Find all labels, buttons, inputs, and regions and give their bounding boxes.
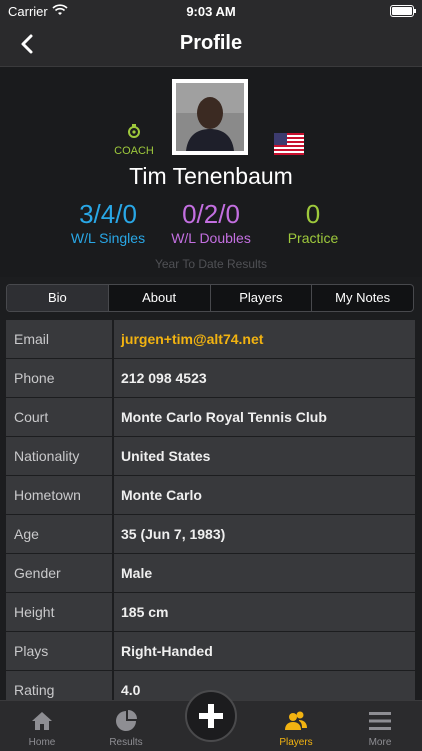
email-link[interactable]: jurgen+tim@alt74.net (114, 320, 415, 358)
row-label: Email (6, 320, 112, 358)
plus-icon (199, 704, 223, 728)
profile-header: COACH Tim Tenenbaum 3/4/0 W/L Singles 0/… (0, 67, 422, 277)
row-label: Phone (6, 359, 112, 397)
stat-practice-label: Practice (287, 230, 339, 246)
home-icon (32, 712, 52, 730)
whistle-icon (128, 124, 140, 138)
tabbar-label: Home (28, 737, 56, 748)
tab-players[interactable]: Players (209, 285, 312, 311)
row-label: Nationality (6, 437, 112, 475)
row-label: Age (6, 515, 112, 553)
tabbar-item-more[interactable]: More (338, 701, 422, 751)
tab-my-notes[interactable]: My Notes (311, 285, 413, 311)
role-label: COACH (114, 145, 154, 157)
row-label: Hometown (6, 476, 112, 514)
row-value: Right-Handed (114, 632, 415, 670)
status-time: 9:03 AM (186, 4, 236, 19)
row-value: 185 cm (114, 593, 415, 631)
row-label: Plays (6, 632, 112, 670)
row-value: Monte Carlo Royal Tennis Club (114, 398, 415, 436)
table-row: Email jurgen+tim@alt74.net (6, 320, 415, 358)
ytd-caption: Year To Date Results (154, 257, 268, 271)
stat-singles-label: W/L Singles (70, 230, 146, 246)
stat-practice-value: 0 (305, 199, 321, 229)
table-row: Court Monte Carlo Royal Tennis Club (6, 398, 415, 436)
table-row: Gender Male (6, 554, 415, 592)
pie-chart-icon (116, 710, 137, 731)
row-value: 35 (Jun 7, 1983) (114, 515, 415, 553)
segmented-tabs: Bio About Players My Notes (6, 284, 414, 312)
nav-bar: Profile (0, 22, 422, 67)
table-row: Nationality United States (6, 437, 415, 475)
row-value: 212 098 4523 (114, 359, 415, 397)
row-label: Court (6, 398, 112, 436)
row-value: Male (114, 554, 415, 592)
stat-singles[interactable]: 3/4/0 W/L Singles (48, 199, 168, 247)
table-row: Hometown Monte Carlo (6, 476, 415, 514)
status-bar: Carrier 9:03 AM (0, 0, 422, 22)
player-name: Tim Tenenbaum (129, 163, 293, 189)
row-value: Monte Carlo (114, 476, 415, 514)
tabbar-item-home[interactable]: Home (0, 701, 84, 751)
battery-icon (390, 5, 416, 17)
table-row: Phone 212 098 4523 (6, 359, 415, 397)
table-row: Age 35 (Jun 7, 1983) (6, 515, 415, 553)
page-title: Profile (179, 32, 243, 54)
row-label: Height (6, 593, 112, 631)
avatar-frame[interactable] (172, 79, 248, 155)
table-row: Plays Right-Handed (6, 632, 415, 670)
tabbar-item-results[interactable]: Results (84, 701, 168, 751)
row-value: United States (114, 437, 415, 475)
stat-singles-value: 3/4/0 (79, 199, 137, 229)
tabbar-label: Results (109, 737, 143, 748)
tabbar-label: More (368, 737, 392, 748)
tab-bio[interactable]: Bio (7, 285, 108, 311)
menu-icon (369, 712, 391, 730)
add-button[interactable] (185, 690, 237, 742)
bio-table: Email jurgen+tim@alt74.net Phone 212 098… (6, 320, 415, 710)
tabbar-label: Players (279, 737, 313, 748)
tabbar-item-players[interactable]: Players (254, 701, 338, 751)
table-row: Height 185 cm (6, 593, 415, 631)
row-label: Gender (6, 554, 112, 592)
players-icon (285, 711, 307, 730)
avatar (176, 83, 244, 151)
tab-about[interactable]: About (107, 285, 210, 311)
stat-practice[interactable]: 0 Practice (253, 199, 373, 247)
us-flag-icon (274, 133, 304, 155)
